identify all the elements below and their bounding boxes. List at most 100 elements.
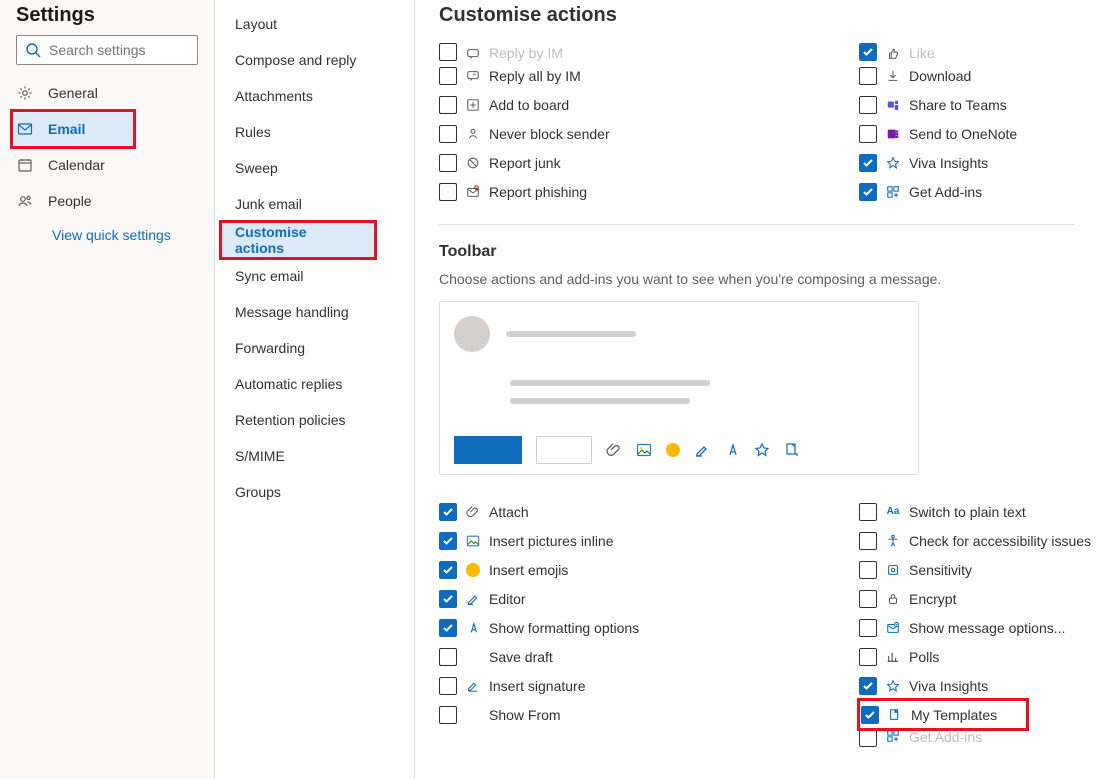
checkbox[interactable] bbox=[439, 561, 457, 579]
nav-email[interactable]: Email bbox=[12, 111, 134, 147]
checkbox[interactable] bbox=[439, 590, 457, 608]
search-input-wrap[interactable] bbox=[16, 35, 198, 65]
checkbox[interactable] bbox=[859, 96, 877, 114]
option-label: Share to Teams bbox=[909, 97, 1007, 113]
option-reply-all-by-im[interactable]: Reply all by IM bbox=[439, 61, 819, 90]
option-icon bbox=[885, 534, 901, 548]
option-my-templates[interactable]: My Templates bbox=[859, 700, 1027, 729]
send-button-placeholder bbox=[454, 436, 522, 464]
checkbox[interactable] bbox=[859, 503, 877, 521]
checkbox[interactable] bbox=[439, 677, 457, 695]
option-label: My Templates bbox=[911, 707, 997, 723]
option-report-junk[interactable]: Report junk bbox=[439, 148, 819, 177]
checkbox[interactable] bbox=[439, 154, 457, 172]
checkbox[interactable] bbox=[859, 729, 877, 747]
format-icon bbox=[724, 442, 740, 458]
option-switch-to-plain-text[interactable]: AaSwitch to plain text bbox=[859, 497, 1099, 526]
view-quick-settings-link[interactable]: View quick settings bbox=[0, 219, 214, 243]
option-icon bbox=[465, 127, 481, 141]
checkbox[interactable] bbox=[859, 67, 877, 85]
subnav-layout[interactable]: Layout bbox=[215, 6, 414, 42]
option-label: Reply all by IM bbox=[489, 68, 581, 84]
option-viva-insights[interactable]: Viva Insights bbox=[859, 671, 1099, 700]
option-reply-by-im[interactable]: Reply by IM bbox=[439, 43, 819, 61]
subnav-automatic-replies[interactable]: Automatic replies bbox=[215, 366, 414, 402]
subnav-forwarding[interactable]: Forwarding bbox=[215, 330, 414, 366]
checkbox[interactable] bbox=[439, 125, 457, 143]
checkbox[interactable] bbox=[859, 183, 877, 201]
viva-icon bbox=[754, 442, 770, 458]
nav-people[interactable]: People bbox=[0, 183, 214, 219]
option-viva-insights[interactable]: Viva Insights bbox=[859, 148, 1099, 177]
option-sensitivity[interactable]: Sensitivity bbox=[859, 555, 1099, 584]
subnav-message-handling[interactable]: Message handling bbox=[215, 294, 414, 330]
option-get-add-ins[interactable]: Get Add-ins bbox=[859, 729, 1099, 747]
checkbox[interactable] bbox=[439, 43, 457, 61]
option-check-for-accessibility-issues[interactable]: Check for accessibility issues bbox=[859, 526, 1099, 555]
option-icon bbox=[465, 679, 481, 693]
option-label: Report junk bbox=[489, 155, 561, 171]
option-editor[interactable]: Editor bbox=[439, 584, 819, 613]
checkbox[interactable] bbox=[859, 561, 877, 579]
option-icon bbox=[465, 621, 481, 635]
checkbox[interactable] bbox=[439, 503, 457, 521]
option-show-formatting-options[interactable]: Show formatting options bbox=[439, 613, 819, 642]
checkbox[interactable] bbox=[859, 43, 877, 61]
option-get-add-ins[interactable]: Get Add-ins bbox=[859, 177, 1099, 206]
subnav-rules[interactable]: Rules bbox=[215, 114, 414, 150]
search-input[interactable] bbox=[47, 41, 232, 59]
option-label: Save draft bbox=[489, 649, 553, 665]
subnav-junk-email[interactable]: Junk email bbox=[215, 186, 414, 222]
checkbox[interactable] bbox=[439, 532, 457, 550]
nav-label: Calendar bbox=[48, 157, 105, 173]
checkbox[interactable] bbox=[439, 67, 457, 85]
checkbox[interactable] bbox=[859, 125, 877, 143]
option-show-from[interactable]: Show From bbox=[439, 700, 819, 729]
checkbox[interactable] bbox=[859, 532, 877, 550]
subnav-customise-actions[interactable]: Customise actions bbox=[221, 222, 375, 258]
checkbox[interactable] bbox=[859, 619, 877, 637]
subnav-groups[interactable]: Groups bbox=[215, 474, 414, 510]
subnav-sweep[interactable]: Sweep bbox=[215, 150, 414, 186]
option-attach[interactable]: Attach bbox=[439, 497, 819, 526]
checkbox[interactable] bbox=[439, 706, 457, 724]
option-share-to-teams[interactable]: Share to Teams bbox=[859, 90, 1099, 119]
checkbox[interactable] bbox=[859, 648, 877, 666]
nav-general[interactable]: General bbox=[0, 75, 214, 111]
option-insert-emojis[interactable]: Insert emojis bbox=[439, 555, 819, 584]
option-label: Report phishing bbox=[489, 184, 587, 200]
option-encrypt[interactable]: Encrypt bbox=[859, 584, 1099, 613]
subnav-attachments[interactable]: Attachments bbox=[215, 78, 414, 114]
option-save-draft[interactable]: Save draft bbox=[439, 642, 819, 671]
option-polls[interactable]: Polls bbox=[859, 642, 1099, 671]
checkbox[interactable] bbox=[439, 183, 457, 201]
subnav-sync-email[interactable]: Sync email bbox=[215, 258, 414, 294]
checkbox[interactable] bbox=[861, 706, 879, 724]
option-add-to-board[interactable]: Add to board bbox=[439, 90, 819, 119]
subnav-compose-and-reply[interactable]: Compose and reply bbox=[215, 42, 414, 78]
option-icon bbox=[885, 98, 901, 112]
option-send-to-onenote[interactable]: Send to OneNote bbox=[859, 119, 1099, 148]
option-report-phishing[interactable]: Report phishing bbox=[439, 177, 819, 206]
search-icon bbox=[25, 42, 41, 58]
page-title: Settings bbox=[16, 4, 214, 27]
option-download[interactable]: Download bbox=[859, 61, 1099, 90]
subnav-retention-policies[interactable]: Retention policies bbox=[215, 402, 414, 438]
checkbox[interactable] bbox=[859, 154, 877, 172]
checkbox[interactable] bbox=[439, 96, 457, 114]
option-show-message-options-[interactable]: Show message options... bbox=[859, 613, 1099, 642]
checkbox[interactable] bbox=[859, 590, 877, 608]
checkbox[interactable] bbox=[439, 619, 457, 637]
option-insert-pictures-inline[interactable]: Insert pictures inline bbox=[439, 526, 819, 555]
content-heading: Customise actions bbox=[439, 4, 1075, 27]
nav-calendar[interactable]: Calendar bbox=[0, 147, 214, 183]
mail-icon bbox=[16, 121, 34, 137]
option-icon bbox=[885, 679, 901, 693]
option-insert-signature[interactable]: Insert signature bbox=[439, 671, 819, 700]
option-like[interactable]: Like bbox=[859, 43, 1099, 61]
checkbox[interactable] bbox=[859, 677, 877, 695]
subnav-s-mime[interactable]: S/MIME bbox=[215, 438, 414, 474]
option-never-block-sender[interactable]: Never block sender bbox=[439, 119, 819, 148]
checkbox[interactable] bbox=[439, 648, 457, 666]
option-label: Sensitivity bbox=[909, 562, 972, 578]
